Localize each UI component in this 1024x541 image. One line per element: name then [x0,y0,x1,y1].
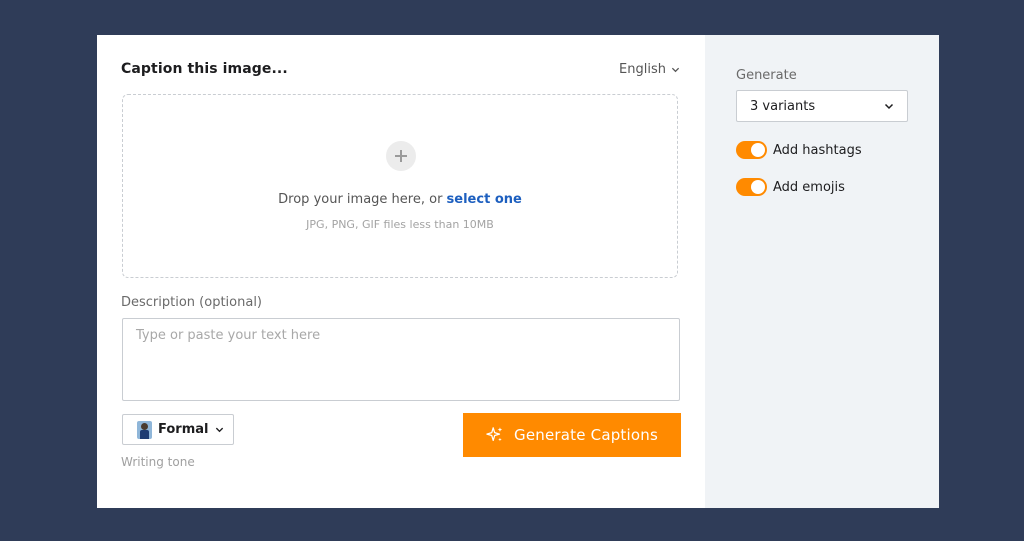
variants-select[interactable]: 3 variants [736,90,908,122]
dropzone-hint: JPG, PNG, GIF files less than 10MB [306,218,494,231]
sparkles-icon [486,427,503,442]
language-selector[interactable]: English [619,62,680,77]
main-panel: Caption this image... English Drop your … [97,35,705,508]
emojis-option: Add emojis [736,178,845,196]
emojis-label: Add emojis [773,179,845,195]
settings-sidebar: Generate 3 variants Add hashtags Add emo… [705,35,939,508]
dropzone-prefix: Drop your image here, or [278,192,447,207]
generate-captions-button[interactable]: Generate Captions [463,413,681,457]
variants-value: 3 variants [750,98,816,114]
chevron-down-icon [671,67,680,73]
emojis-toggle[interactable] [736,178,767,196]
tone-caption: Writing tone [121,455,195,469]
dropzone-text: Drop your image here, or select one [123,192,677,207]
description-input[interactable] [122,318,680,401]
toggle-knob [751,143,765,157]
language-label: English [619,62,666,77]
hashtags-toggle[interactable] [736,141,767,159]
caption-generator-card: Caption this image... English Drop your … [97,35,939,508]
plus-icon[interactable] [386,141,416,171]
generate-label: Generate [736,68,797,83]
businessperson-emoji-icon [137,420,152,439]
hashtags-option: Add hashtags [736,141,862,159]
tone-value: Formal [158,422,209,437]
image-dropzone[interactable]: Drop your image here, or select one JPG,… [122,94,678,278]
tone-selector[interactable]: Formal [122,414,234,445]
page-title: Caption this image... [121,61,288,77]
description-label: Description (optional) [121,295,263,310]
chevron-down-icon [884,103,894,110]
generate-button-label: Generate Captions [514,426,658,444]
select-file-link[interactable]: select one [447,192,522,207]
chevron-down-icon [216,427,224,433]
hashtags-label: Add hashtags [773,142,862,158]
toggle-knob [751,180,765,194]
